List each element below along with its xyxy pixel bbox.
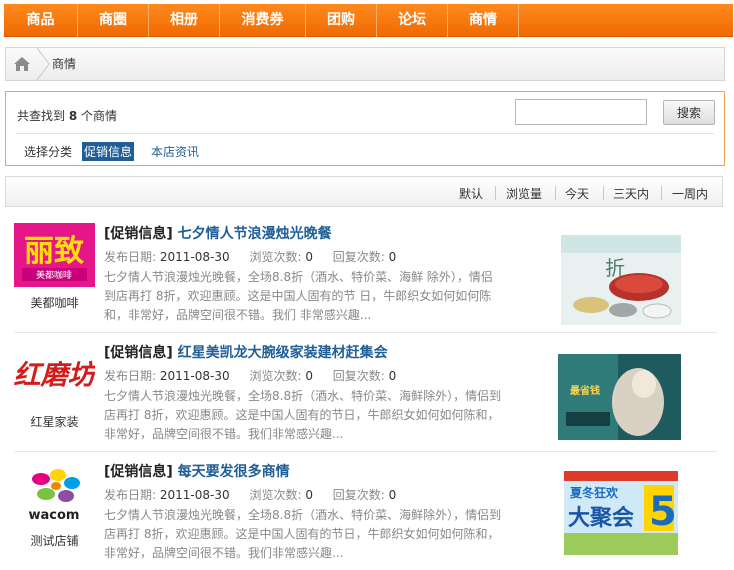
home-icon[interactable]	[6, 48, 40, 80]
item-category: [促销信息]	[104, 464, 173, 480]
store-logo[interactable]: 丽致 美都咖啡	[14, 223, 95, 287]
list-item: 丽致 美都咖啡 美都咖啡 [促销信息] 七夕情人节浪漫烛光晚餐 发布日期: 20…	[5, 215, 717, 333]
sort-default[interactable]: 默认	[459, 185, 483, 202]
search-button[interactable]: 搜索	[663, 100, 715, 125]
svg-text:红磨坊: 红磨坊	[14, 360, 95, 391]
breadcrumb-current: 商情	[52, 57, 77, 71]
breadcrumb: 商情	[5, 47, 725, 81]
store-name[interactable]: 测试店铺	[14, 532, 95, 549]
search-panel: 共查找到 8 个商情 搜索 选择分类 促销信息 本店资讯	[5, 91, 725, 166]
list-item: 红磨坊 红星家装 [促销信息] 红星美凯龙大腕级家装建材赶集会 发布日期: 20…	[5, 334, 717, 452]
sort-three-days[interactable]: 三天内	[613, 185, 649, 202]
divider	[14, 451, 717, 452]
sort-views[interactable]: 浏览量	[506, 185, 542, 202]
item-description: 七夕情人节浪漫烛光晚餐，全场8.8折（酒水、特价菜、海鲜除外），情侣到店再打 8…	[104, 508, 502, 560]
item-meta: 发布日期: 2011-08-30 浏览次数: 0 回复次数: 0	[104, 250, 397, 264]
nav-item-coupon[interactable]: 消费券	[220, 4, 306, 37]
top-nav: 商品 商圈 相册 消费券 团购 论坛 商情	[4, 4, 733, 37]
item-thumbnail[interactable]: 折	[561, 235, 681, 325]
chevron-right-icon	[36, 48, 50, 80]
item-meta: 发布日期: 2011-08-30 浏览次数: 0 回复次数: 0	[104, 369, 397, 383]
divider	[603, 186, 604, 200]
result-count: 共查找到 8 个商情	[17, 109, 118, 123]
store-logo[interactable]: wacom	[14, 461, 95, 525]
divider	[16, 133, 714, 134]
item-description: 七夕情人节浪漫烛光晚餐，全场8.8折（酒水、特价菜、海鲜 除外），情侣到店再打 …	[104, 270, 493, 322]
nav-item-groupbuy[interactable]: 团购	[306, 4, 377, 37]
sort-today[interactable]: 今天	[565, 185, 589, 202]
nav-item-district[interactable]: 商圈	[78, 4, 149, 37]
nav-item-forum[interactable]: 论坛	[377, 4, 448, 37]
store-name[interactable]: 红星家装	[14, 413, 95, 430]
svg-text:丽致: 丽致	[24, 234, 84, 269]
svg-text:5: 5	[649, 489, 677, 535]
category-promotion[interactable]: 促销信息	[82, 142, 135, 161]
item-title-link[interactable]: 红星美凯龙大腕级家装建材赶集会	[178, 345, 388, 361]
svg-text:美都咖啡: 美都咖啡	[36, 269, 72, 281]
nav-item-business-info[interactable]: 商情	[448, 4, 519, 37]
nav-item-goods[interactable]: 商品	[4, 4, 78, 37]
search-input[interactable]	[515, 99, 647, 125]
sort-week[interactable]: 一周内	[672, 185, 708, 202]
divider	[495, 186, 496, 200]
svg-text:大聚会: 大聚会	[568, 505, 634, 531]
item-description: 七夕情人节浪漫烛光晚餐，全场8.8折（酒水、特价菜、海鲜除外），情侣到店再打 8…	[104, 389, 502, 441]
item-title: [促销信息] 七夕情人节浪漫烛光晚餐	[104, 223, 332, 243]
category-store-news[interactable]: 本店资讯	[151, 143, 199, 160]
store-logo[interactable]: 红磨坊	[14, 342, 95, 406]
item-meta: 发布日期: 2011-08-30 浏览次数: 0 回复次数: 0	[104, 488, 397, 502]
item-thumbnail[interactable]: 夏冬狂欢 大聚会 5	[564, 471, 678, 555]
item-title-link[interactable]: 每天要发很多商情	[178, 464, 290, 480]
item-category: [促销信息]	[104, 345, 173, 361]
svg-text:wacom: wacom	[29, 508, 80, 523]
item-title: [促销信息] 红星美凯龙大腕级家装建材赶集会	[104, 342, 388, 362]
category-label: 选择分类	[24, 145, 73, 159]
svg-text:夏冬狂欢: 夏冬狂欢	[570, 485, 619, 500]
item-thumbnail[interactable]: 最省钱	[558, 354, 681, 440]
item-title-link[interactable]: 七夕情人节浪漫烛光晚餐	[178, 226, 332, 242]
divider	[555, 186, 556, 200]
sort-bar: 默认 浏览量 今天 三天内 一周内	[5, 176, 723, 207]
divider	[661, 186, 662, 200]
divider	[14, 332, 717, 333]
list-item: wacom 测试店铺 [促销信息] 每天要发很多商情 发布日期: 2011-08…	[5, 453, 717, 570]
item-title: [促销信息] 每天要发很多商情	[104, 461, 290, 481]
svg-text:最省钱: 最省钱	[570, 384, 600, 397]
nav-item-album[interactable]: 相册	[149, 4, 220, 37]
store-name[interactable]: 美都咖啡	[14, 294, 95, 311]
item-category: [促销信息]	[104, 226, 173, 242]
